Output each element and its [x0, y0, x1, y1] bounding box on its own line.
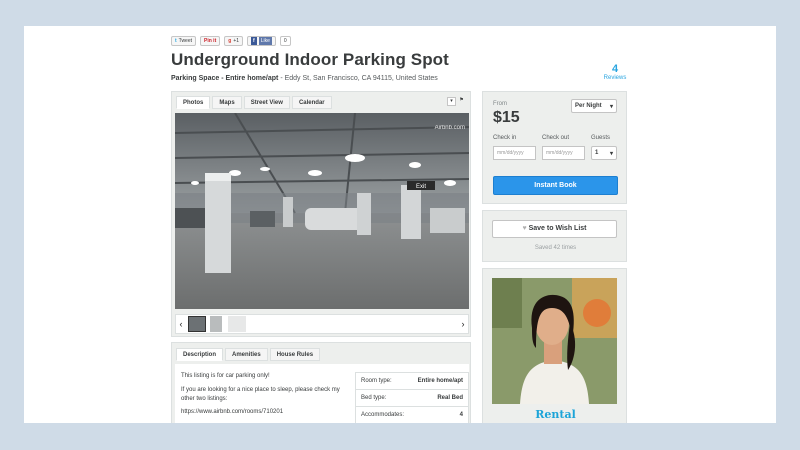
host-portrait-image — [492, 278, 617, 404]
table-row: Accommodates: 4 — [356, 407, 468, 423]
thumbnail-3[interactable] — [228, 316, 246, 332]
tab-calendar[interactable]: Calendar — [291, 96, 332, 109]
tab-photos[interactable]: Photos — [176, 96, 211, 109]
checkout-label: Check out — [542, 135, 570, 141]
host-caption: Rental — [535, 408, 576, 421]
photo-panel: Photos Maps Street View Calendar ▾ ⚑ Exi… — [171, 91, 471, 337]
exit-sign-text: Exit — [416, 184, 426, 190]
tab-maps[interactable]: Maps — [212, 96, 242, 109]
host-photo[interactable] — [492, 278, 617, 404]
checkout-field[interactable]: mm/dd/yyyy — [542, 146, 585, 160]
room-type-text: Parking Space - Entire home/apt — [171, 75, 279, 82]
watermark: Airbnb.com — [434, 125, 465, 131]
tab-house-rules[interactable]: House Rules — [269, 348, 321, 361]
gplus-icon: g — [228, 38, 232, 44]
chevron-down-icon: ▾ — [609, 150, 613, 157]
reviews-link[interactable]: 4 Reviews — [602, 63, 628, 81]
save-to-wishlist-button[interactable]: ♥ Save to Wish List — [492, 220, 617, 238]
address-text: - Eddy St, San Francisco, CA 94115, Unit… — [278, 75, 438, 82]
table-row: Bed type: Real Bed — [356, 390, 468, 407]
twitter-icon: t — [175, 38, 177, 44]
facebook-like-button[interactable]: f Like — [247, 36, 276, 46]
chevron-down-icon: ▾ — [609, 103, 613, 110]
tab-street-view[interactable]: Street View — [243, 96, 290, 109]
reviews-label: Reviews — [603, 75, 627, 81]
price: $15 — [493, 109, 520, 126]
thumbnail-2[interactable] — [210, 316, 222, 332]
description-body: This listing is for car parking only! If… — [175, 364, 469, 423]
description-line: This listing is for car parking only! — [181, 373, 270, 379]
pinit-button[interactable]: Pin it — [200, 36, 221, 46]
info-tabs: Description Amenities House Rules — [176, 348, 321, 361]
prev-arrow-icon[interactable]: ‹ — [176, 315, 186, 333]
facebook-icon: f — [251, 37, 257, 45]
listing-title: Underground Indoor Parking Spot — [171, 50, 449, 69]
dropdown-icon[interactable]: ▾ — [447, 97, 456, 106]
wishlist-panel: ♥ Save to Wish List Saved 42 times — [482, 210, 627, 262]
booking-panel: From $15 Per Night ▾ Check in Check out G… — [482, 91, 627, 204]
next-arrow-icon[interactable]: › — [458, 315, 468, 333]
tab-description[interactable]: Description — [176, 348, 224, 361]
info-panel: Description Amenities House Rules This l… — [171, 342, 471, 423]
host-panel: Rental — [482, 268, 627, 423]
reviews-count: 4 — [611, 63, 619, 75]
tab-amenities[interactable]: Amenities — [225, 348, 268, 361]
social-share-bar: t Tweet Pin it g +1 f Like 0 — [171, 36, 291, 46]
heart-icon: ♥ — [522, 225, 527, 232]
guests-label: Guests — [591, 135, 611, 141]
checkin-field[interactable]: mm/dd/yyyy — [493, 146, 536, 160]
thumbnail-strip: ‹ › — [175, 314, 469, 334]
from-label: From — [493, 101, 507, 107]
checkin-label: Check in — [493, 135, 517, 141]
listing-photo[interactable]: Exit Airbnb.com — [175, 113, 469, 309]
description-line: If you are looking for a nice place to s… — [181, 387, 340, 402]
details-table: Room type: Entire home/apt Bed type: Real … — [355, 372, 469, 423]
listing-link[interactable]: https://www.airbnb.com/rooms/710201 — [181, 408, 349, 417]
listing-page: t Tweet Pin it g +1 f Like 0 Underground In… — [24, 26, 776, 423]
like-count: 0 — [279, 36, 291, 46]
listing-subtitle: Parking Space - Entire home/apt - Eddy S… — [171, 75, 438, 82]
flag-icon[interactable]: ⚑ — [457, 97, 466, 106]
parking-garage-image: Exit — [175, 113, 469, 309]
photo-tabs: Photos Maps Street View Calendar — [176, 96, 332, 109]
table-row: Room type: Entire home/apt — [356, 373, 468, 390]
saved-count: Saved 42 times — [534, 245, 577, 251]
gplus-button[interactable]: g +1 — [224, 36, 244, 46]
period-select[interactable]: Per Night ▾ — [571, 99, 617, 113]
tweet-button[interactable]: t Tweet — [171, 36, 197, 46]
thumbnail-1[interactable] — [188, 316, 206, 332]
instant-book-button[interactable]: Instant Book — [493, 176, 618, 195]
guests-select[interactable]: 1 ▾ — [591, 146, 617, 160]
